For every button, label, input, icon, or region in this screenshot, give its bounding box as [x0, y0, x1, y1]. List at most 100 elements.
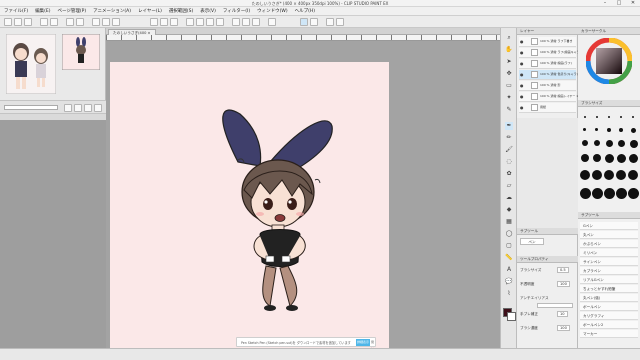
brush-size-swatch[interactable] [581, 154, 589, 162]
brush-list-item[interactable]: カブラペン [580, 267, 638, 275]
menu-select[interactable]: 選択範囲(S) [169, 8, 193, 14]
visibility-eye-icon[interactable]: ● [520, 84, 524, 88]
brush-size-swatch[interactable] [628, 170, 638, 180]
clear-icon[interactable] [66, 18, 74, 26]
menu-page[interactable]: ページ管理(P) [57, 8, 86, 14]
materials-icon[interactable] [310, 18, 318, 26]
maximize-button[interactable]: □ [612, 0, 626, 7]
settings-icon[interactable] [326, 18, 334, 26]
brush-list-item[interactable]: 丸ペン [580, 231, 638, 239]
brush-size-swatch[interactable] [629, 154, 638, 163]
brush-size-swatch[interactable] [592, 188, 603, 199]
undo-icon[interactable] [40, 18, 48, 26]
visibility-eye-icon[interactable]: ● [520, 40, 524, 44]
guide-icon[interactable] [252, 18, 260, 26]
redo-icon[interactable] [50, 18, 58, 26]
menu-window[interactable]: ウィンドウ(W) [257, 8, 287, 14]
layer-row-selected[interactable]: ● 100 % 通常 色塗り(キャラ) [519, 70, 578, 80]
zoom-tool-icon[interactable]: ⌕ [505, 34, 513, 42]
sub-tool-tab-pen[interactable]: ペン [520, 238, 544, 245]
brush-size-swatch[interactable] [620, 116, 622, 118]
notification-close-button[interactable]: 閉じる [371, 339, 376, 358]
brush-tool-icon[interactable]: 🖌 [505, 146, 513, 154]
pen-tool-icon[interactable]: ✒ [505, 122, 513, 130]
selection-tool-icon[interactable]: ▭ [505, 82, 513, 90]
decoration-tool-icon[interactable]: ✿ [505, 170, 513, 178]
menu-help[interactable]: ヘルプ(H) [295, 8, 315, 14]
menu-file[interactable]: ファイル(F) [4, 8, 28, 14]
brush-size-swatch[interactable] [594, 140, 600, 146]
zoom-out-icon[interactable] [160, 18, 168, 26]
brush-list-item[interactable]: カリグラフィ [580, 312, 638, 320]
clip-studio-icon[interactable] [300, 18, 308, 26]
balloon-tool-icon[interactable]: 💬 [505, 278, 513, 286]
rotate-left-icon[interactable] [186, 18, 194, 26]
layer-row[interactable]: ● 用紙 [519, 103, 576, 113]
brush-size-swatch[interactable] [605, 154, 614, 163]
selection-icon[interactable] [102, 18, 110, 26]
figure-tool-icon[interactable]: ◯ [505, 230, 513, 238]
brush-size-swatch[interactable] [604, 188, 615, 199]
flip-icon[interactable] [94, 104, 102, 112]
brush-size-swatch[interactable] [630, 140, 638, 148]
menu-edit[interactable]: 編集(E) [35, 8, 50, 14]
blend-tool-icon[interactable]: ☁ [505, 194, 513, 202]
brush-size-swatch[interactable] [595, 128, 598, 131]
brush-list-item[interactable]: サインペン [580, 258, 638, 266]
ruler-tool-icon[interactable]: 📏 [505, 254, 513, 262]
menu-view[interactable]: 表示(V) [200, 8, 216, 14]
brush-size-swatch[interactable] [593, 154, 601, 162]
layer-row[interactable]: ● 100 % 通常 線画レイヤー 1 [519, 92, 578, 102]
brush-size-swatch[interactable] [619, 128, 623, 132]
visibility-eye-icon[interactable]: ● [520, 95, 524, 99]
operation-tool-icon[interactable]: ➤ [505, 58, 513, 66]
auto-select-tool-icon[interactable]: ✦ [505, 94, 513, 102]
brush-size-swatch[interactable] [616, 170, 626, 180]
brush-size-swatch[interactable] [580, 188, 591, 199]
brush-list-item[interactable]: Gペン [580, 222, 638, 230]
transform-icon[interactable] [92, 18, 100, 26]
navigator-thumbnail[interactable] [62, 34, 100, 70]
color-wheel[interactable] [586, 38, 632, 84]
brush-list-item[interactable]: リアルGペン [580, 276, 638, 284]
brush-size-swatch[interactable] [628, 188, 639, 199]
brush-list-item[interactable]: かぶらペン [580, 240, 638, 248]
zoom-out-icon[interactable] [74, 104, 82, 112]
zoom-slider[interactable] [4, 105, 58, 110]
pen-pressure-icon[interactable] [268, 18, 276, 26]
snap-icon[interactable] [232, 18, 240, 26]
frame-tool-icon[interactable]: ▢ [505, 242, 513, 250]
brush-size-swatch[interactable] [592, 170, 602, 180]
brush-size-swatch[interactable] [616, 188, 627, 199]
minimize-button[interactable]: – [598, 0, 612, 7]
ruler-icon[interactable] [112, 18, 120, 26]
pencil-tool-icon[interactable]: ✏ [505, 134, 513, 142]
move-layer-tool-icon[interactable]: ✥ [505, 70, 513, 78]
brush-size-value[interactable]: 0.5 [557, 267, 569, 273]
visibility-eye-icon[interactable]: ● [520, 73, 524, 77]
fill-icon[interactable] [76, 18, 84, 26]
reset-view-icon[interactable] [216, 18, 224, 26]
brush-size-swatch[interactable] [618, 140, 625, 147]
open-file-icon[interactable] [14, 18, 22, 26]
menu-layer[interactable]: レイヤー(L) [138, 8, 162, 14]
brush-size-swatch[interactable] [606, 140, 613, 147]
brush-size-swatch[interactable] [580, 170, 590, 180]
brush-size-swatch[interactable] [596, 116, 598, 118]
visibility-eye-icon[interactable]: ● [520, 106, 524, 110]
save-icon[interactable] [24, 18, 32, 26]
layer-row[interactable]: ● 100 % 通常 ラフ(線画キャラ) [519, 48, 581, 58]
brush-list-item[interactable]: ちょっとかすれ鉛筆 [580, 285, 638, 293]
antialias-selector[interactable] [537, 303, 573, 308]
menu-filter[interactable]: フィルター(I) [223, 8, 250, 14]
gradient-tool-icon[interactable]: ▦ [505, 218, 513, 226]
rotate-icon[interactable] [84, 104, 92, 112]
brush-density-value[interactable]: 100 [557, 325, 570, 331]
layer-row[interactable]: ● 100 % 通常 線画(ラフ) [519, 59, 576, 69]
brush-size-swatch[interactable] [608, 116, 610, 118]
brush-list-item[interactable]: 丸ペン(強) [580, 294, 638, 302]
visibility-eye-icon[interactable]: ● [520, 51, 524, 55]
reference-thumbnail[interactable] [6, 34, 56, 94]
fit-icon[interactable] [170, 18, 178, 26]
help-icon[interactable] [336, 18, 344, 26]
